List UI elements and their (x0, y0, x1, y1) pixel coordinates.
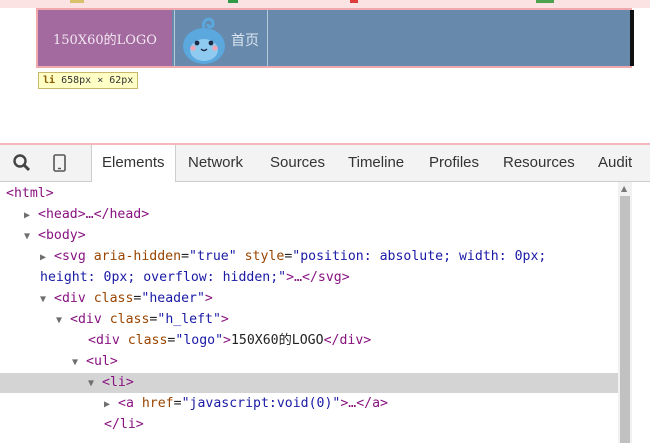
attr-class: class (93, 291, 134, 306)
tag-html: <html> (6, 186, 54, 201)
tab-timeline[interactable]: Timeline (348, 145, 404, 181)
nav-label-home: 首页 (231, 33, 259, 49)
tab-sources[interactable]: Sources (270, 145, 325, 181)
attr-class: class (127, 333, 168, 348)
tab-network[interactable]: Network (188, 145, 243, 181)
tooltip-tag: li (43, 75, 56, 86)
header-right-edge (630, 10, 634, 66)
tag-gt: > (204, 291, 213, 306)
tag-svg: <svg (54, 249, 86, 264)
tag-ul: <ul> (86, 354, 118, 369)
tab-elements[interactable]: Elements (91, 145, 176, 182)
tag-a: <a (118, 396, 134, 411)
dom-node-ul[interactable]: ▼ <ul> (72, 352, 118, 372)
tag-body: <body> (38, 228, 86, 243)
mascot-icon (183, 17, 225, 64)
tab-audit[interactable]: Audit (598, 145, 632, 181)
attr-aria-hidden-value: "true" (189, 249, 237, 264)
tag-div: <div (54, 291, 86, 306)
devtools-panel: Elements Network Sources Timeline Profil… (0, 145, 650, 443)
dom-tree[interactable]: <html> ▶ <head>…</head> ▼ <body> ▶ <svg ari… (0, 182, 618, 443)
dom-node-body[interactable]: ▼ <body> (24, 226, 86, 246)
expanded-arrow-icon[interactable]: ▼ (40, 290, 54, 310)
collapsed-arrow-icon[interactable]: ▶ (24, 206, 38, 226)
tab-profiles[interactable]: Profiles (429, 145, 479, 181)
tag-gt: > (220, 312, 229, 327)
tag-li-close: </li> (104, 417, 144, 432)
scroll-up-icon[interactable]: ▲ (621, 184, 627, 193)
attr-class: class (109, 312, 150, 327)
expanded-arrow-icon[interactable]: ▼ (24, 227, 38, 247)
dom-node-a[interactable]: ▶ <a href="javascript:void(0)">…</a> (104, 394, 388, 414)
dom-node-head[interactable]: ▶ <head>…</head> (24, 205, 149, 225)
search-icon[interactable] (12, 153, 32, 173)
attr-style-value-part2: height: 0px; overflow: hidden;" (40, 270, 287, 285)
page-preview: 150X60的LOGO 首页 li 658px × 62px (0, 0, 650, 100)
tooltip-dimensions: 658px × 62px (61, 75, 134, 86)
element-size-tooltip: li 658px × 62px (38, 72, 139, 89)
tag-a-close: >…</a> (340, 396, 388, 411)
dom-tree-scrollbar[interactable]: ▲ (618, 182, 632, 443)
attr-class-value-header: "header" (141, 291, 205, 306)
attr-style-value-part1: "position: absolute; width: 0px; (292, 249, 547, 264)
attr-class-value-h-left: "h_left" (157, 312, 221, 327)
device-mode-icon[interactable] (50, 153, 70, 173)
dom-node-svg-wrap: height: 0px; overflow: hidden;">…</svg> (40, 268, 350, 288)
header-bar[interactable]: 150X60的LOGO 首页 (38, 10, 634, 66)
logo-box[interactable]: 150X60的LOGO (38, 10, 172, 66)
nav-item-home[interactable]: 首页 (174, 10, 268, 66)
attr-aria-hidden: aria-hidden (93, 249, 182, 264)
expanded-arrow-icon[interactable]: ▼ (72, 353, 86, 373)
scrollbar-thumb[interactable] (620, 196, 630, 443)
logo-text: 150X60的LOGO (53, 32, 157, 48)
top-color-strip (0, 0, 650, 8)
tag-div-close: </div> (323, 333, 372, 348)
expanded-arrow-icon[interactable]: ▼ (56, 311, 70, 331)
attr-style: style (244, 249, 285, 264)
devtools-toolbar: Elements Network Sources Timeline Profil… (0, 145, 650, 182)
dom-node-svg[interactable]: ▶ <svg aria-hidden="true" style="position… (40, 247, 546, 267)
collapsed-arrow-icon[interactable]: ▶ (104, 395, 118, 415)
dom-node-div-logo[interactable]: <div class="logo">150X60的LOGO</div> (88, 331, 371, 351)
tab-resources[interactable]: Resources (503, 145, 575, 181)
logo-text-node: 150X60的LOGO (230, 333, 324, 348)
attr-href: href (141, 396, 174, 411)
tag-div: <div (70, 312, 102, 327)
tag-div: <div (88, 333, 120, 348)
attr-eq: = (181, 249, 190, 264)
tag-gt: > (223, 333, 231, 348)
expanded-arrow-icon[interactable]: ▼ (88, 374, 102, 394)
dom-node-li-close: </li> (104, 415, 144, 435)
dom-node-html[interactable]: <html> (6, 184, 54, 204)
attr-class-value-logo: "logo" (175, 333, 224, 348)
attr-href-value: "javascript:void(0)" (181, 396, 341, 411)
tag-svg-close: >…</svg> (286, 270, 350, 285)
dom-node-div-h-left[interactable]: ▼ <div class="h_left"> (56, 310, 229, 330)
tag-head: <head>…</head> (38, 207, 150, 222)
collapsed-arrow-icon[interactable]: ▶ (40, 248, 54, 268)
dom-node-li-selected[interactable]: ▼ <li> (0, 373, 618, 393)
dom-node-div-header[interactable]: ▼ <div class="header"> (40, 289, 213, 309)
attr-eq: = (173, 396, 182, 411)
tag-li: <li> (102, 375, 134, 390)
